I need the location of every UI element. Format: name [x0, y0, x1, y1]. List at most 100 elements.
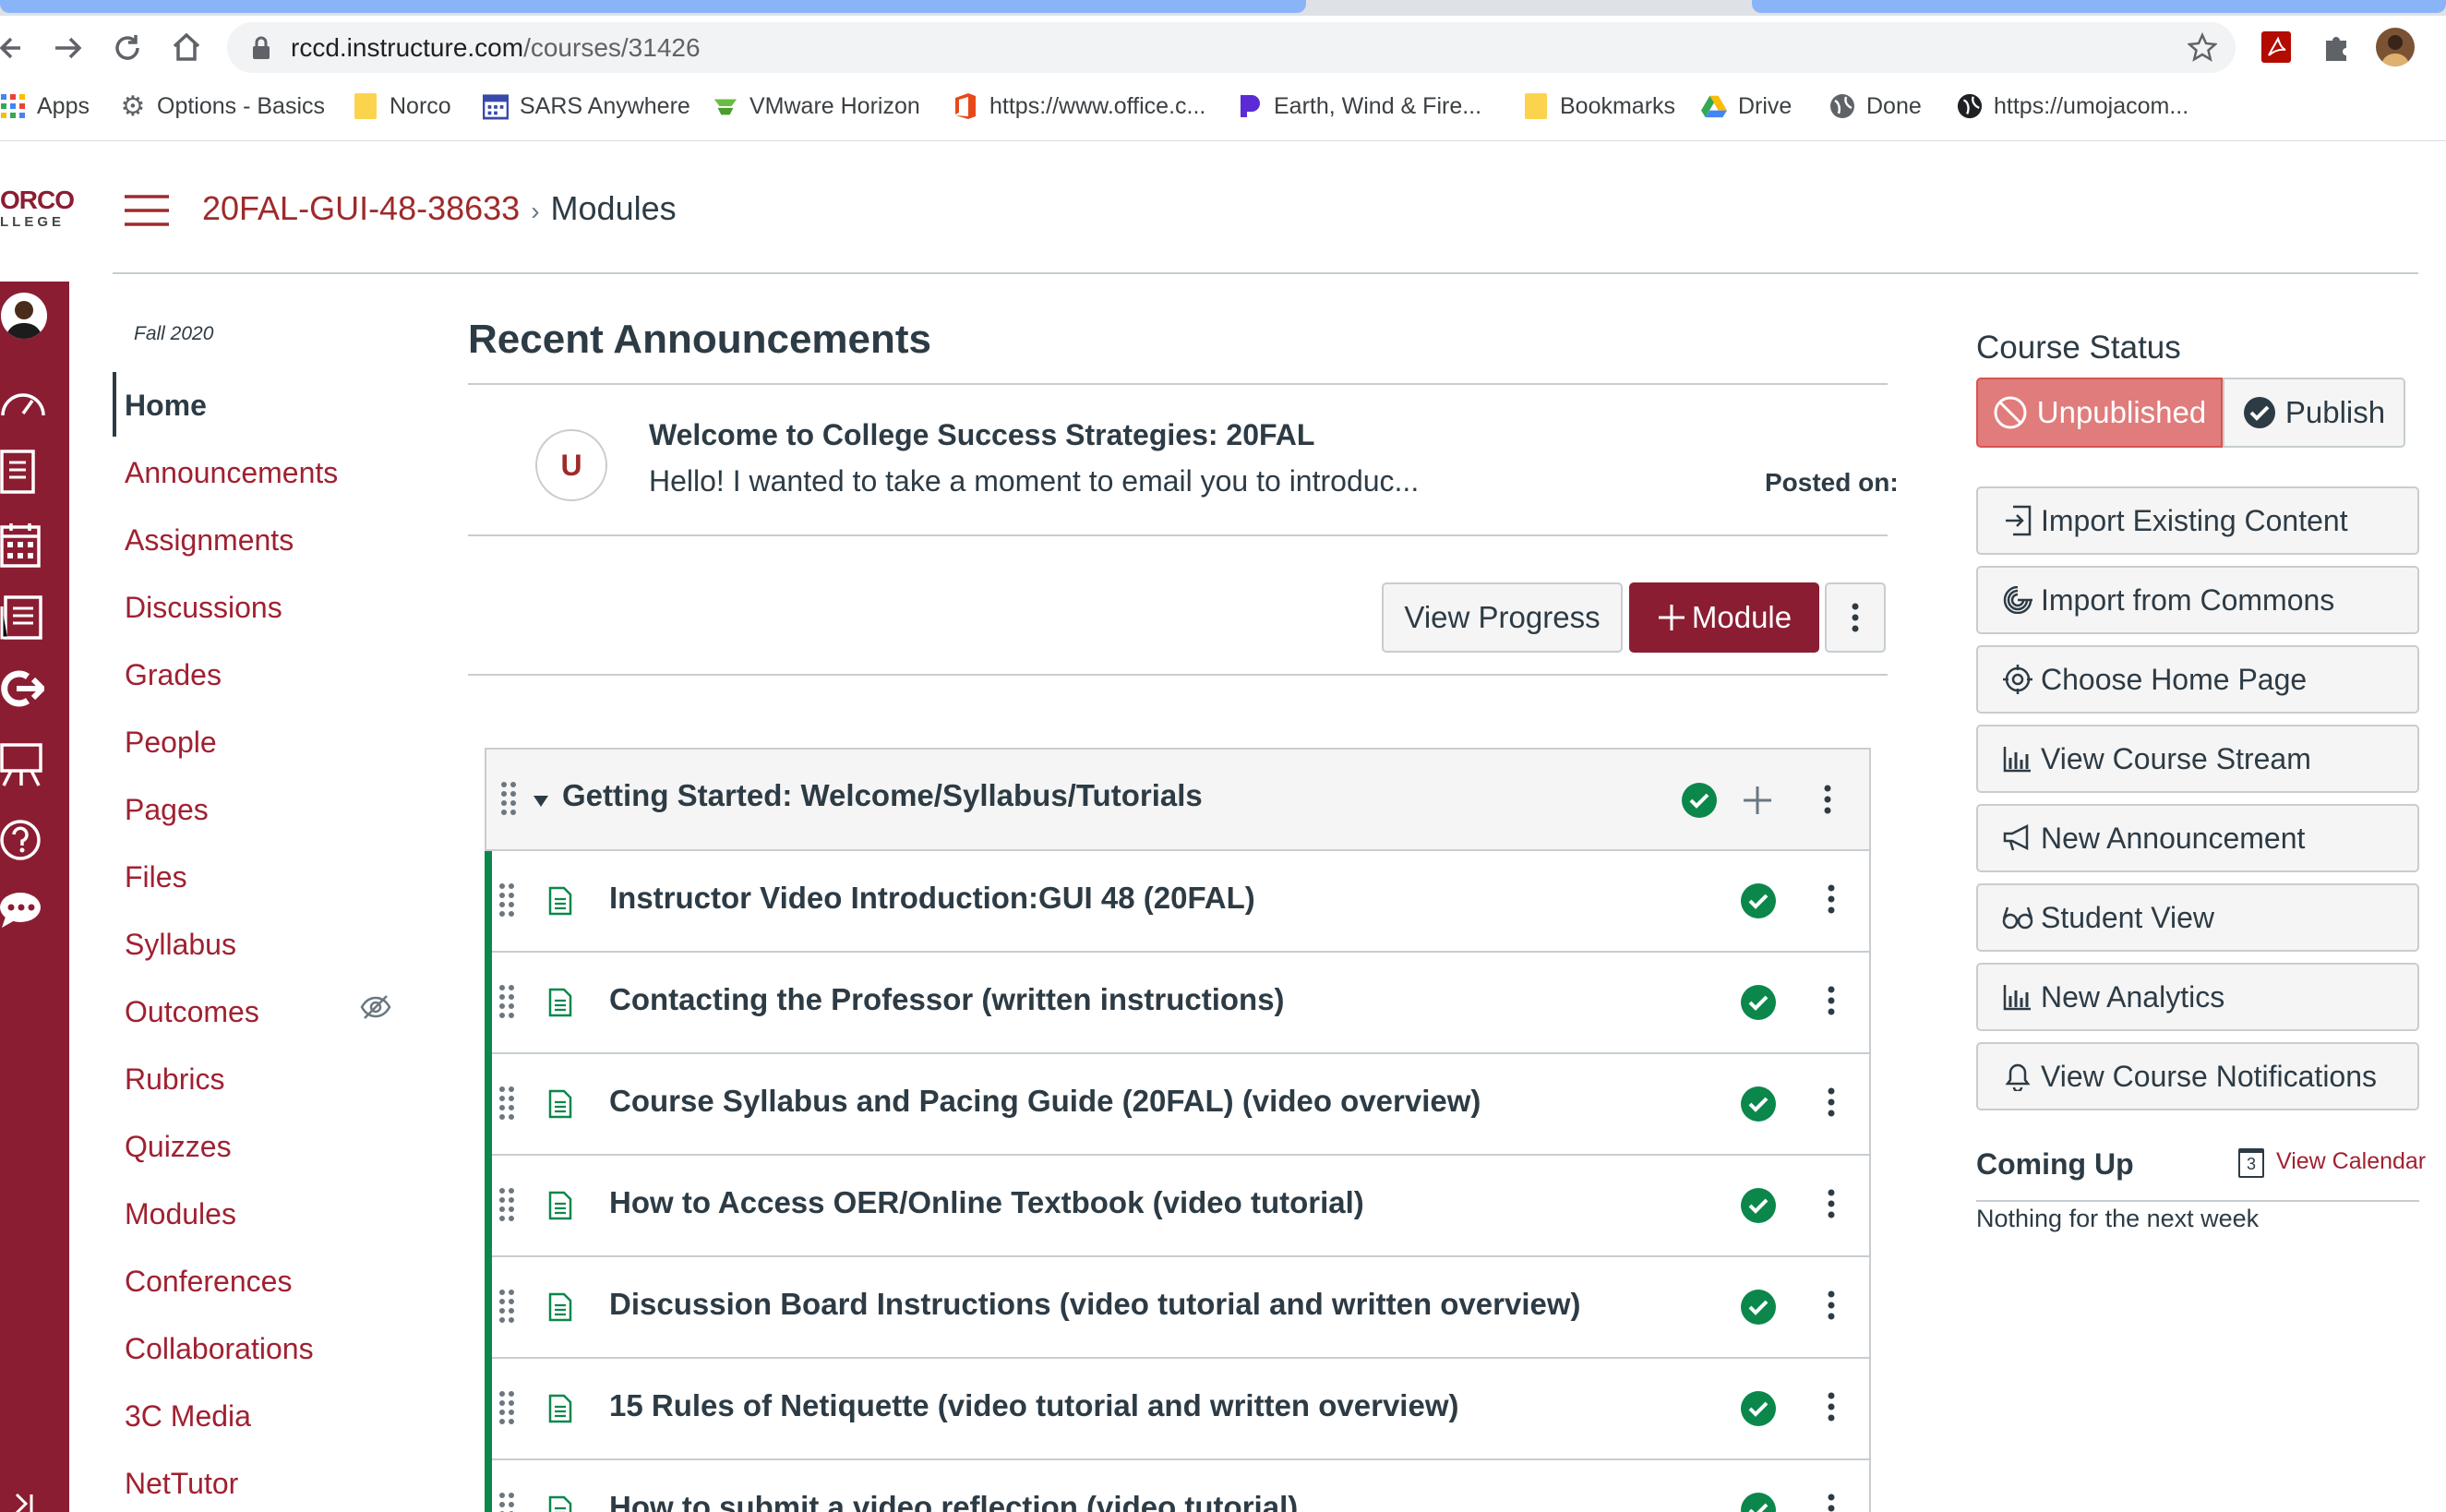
module-item-title[interactable]: Contacting the Professor (written instru…	[609, 982, 1285, 1017]
course-nav-rubrics[interactable]: Rubrics	[125, 1056, 224, 1102]
collapse-caret-icon[interactable]	[534, 796, 548, 807]
announcement-title-link[interactable]: Welcome to College Success Strategies: 2…	[649, 418, 1314, 452]
view-course-notifications-button[interactable]: View Course Notifications	[1976, 1042, 2419, 1110]
bookmark-umojacom[interactable]: https://umojacom...	[1957, 88, 2188, 125]
global-nav-calendar[interactable]	[0, 522, 69, 568]
more-options-button[interactable]	[1825, 582, 1886, 653]
published-check-icon[interactable]	[1741, 1086, 1776, 1122]
bookmark-done[interactable]: Done	[1829, 88, 1922, 125]
course-nav-assignments[interactable]: Assignments	[125, 517, 294, 563]
new-announcement-button[interactable]: New Announcement	[1976, 804, 2419, 872]
profile-avatar-icon[interactable]	[2376, 28, 2415, 66]
course-nav-files[interactable]: Files	[125, 854, 187, 900]
add-module-button[interactable]: Module	[1629, 582, 1819, 653]
bookmark-drive[interactable]: Drive	[1701, 88, 1792, 125]
import-from-commons-button[interactable]: Import from Commons	[1976, 566, 2419, 634]
drag-handle-icon[interactable]	[499, 1390, 514, 1425]
course-nav-pages[interactable]: Pages	[125, 786, 209, 833]
course-nav-3c-media[interactable]: 3C Media	[125, 1393, 251, 1439]
global-nav-account[interactable]	[0, 293, 69, 339]
view-calendar-link[interactable]: View Calendar	[2276, 1148, 2426, 1175]
module-item-title[interactable]: Discussion Board Instructions (video tut…	[609, 1287, 1581, 1322]
course-nav-outcomes[interactable]: Outcomes	[125, 989, 259, 1035]
item-kebab-menu-icon[interactable]	[1828, 1087, 1835, 1117]
course-nav-people[interactable]: People	[125, 719, 217, 765]
course-nav-announcements[interactable]: Announcements	[125, 450, 338, 496]
item-kebab-menu-icon[interactable]	[1828, 1494, 1835, 1512]
module-item-row[interactable]: 15 Rules of Netiquette (video tutorial a…	[492, 1359, 1869, 1460]
bookmark-office[interactable]: https://www.office.c...	[953, 88, 1205, 125]
view-course-stream-button[interactable]: View Course Stream	[1976, 725, 2419, 793]
bookmark-vmware-horizon[interactable]: VMware Horizon	[713, 88, 920, 125]
bookmark-sars-anywhere[interactable]: SARS Anywhere	[483, 88, 690, 125]
module-item-row[interactable]: Contacting the Professor (written instru…	[492, 953, 1869, 1054]
module-item-title[interactable]: How to submit a video reflection (video …	[609, 1490, 1298, 1512]
choose-home-page-button[interactable]: Choose Home Page	[1976, 645, 2419, 714]
module-item-row[interactable]: How to submit a video reflection (video …	[492, 1460, 1869, 1512]
module-item-title[interactable]: 15 Rules of Netiquette (video tutorial a…	[609, 1388, 1459, 1423]
bookmark-norco[interactable]: Norco	[353, 88, 451, 125]
global-nav-dashboard[interactable]	[0, 380, 69, 421]
published-check-icon[interactable]	[1741, 1391, 1776, 1426]
course-nav-grades[interactable]: Grades	[125, 652, 222, 698]
extensions-puzzle-icon[interactable]	[2320, 31, 2352, 63]
browser-tab[interactable]	[0, 0, 1306, 13]
new-analytics-button[interactable]: New Analytics	[1976, 963, 2419, 1031]
course-nav-conferences[interactable]: Conferences	[125, 1258, 292, 1304]
published-check-icon[interactable]	[1682, 783, 1717, 818]
import-existing-content-button[interactable]: Import Existing Content	[1976, 486, 2419, 555]
url-text[interactable]: rccd.instructure.com/courses/31426	[291, 31, 701, 65]
published-check-icon[interactable]	[1741, 1290, 1776, 1325]
course-nav-collaborations[interactable]: Collaborations	[125, 1326, 314, 1372]
item-kebab-menu-icon[interactable]	[1828, 884, 1835, 914]
published-check-icon[interactable]	[1741, 985, 1776, 1020]
global-nav-chat[interactable]	[0, 891, 69, 930]
unpublished-button[interactable]: Unpublished	[1976, 378, 2223, 448]
drag-handle-icon[interactable]	[499, 1187, 514, 1222]
hamburger-menu-icon[interactable]	[125, 194, 169, 227]
breadcrumb-course-link[interactable]: 20FAL-GUI-48-38633	[202, 189, 520, 227]
drag-handle-icon[interactable]	[499, 1289, 514, 1324]
published-check-icon[interactable]	[1741, 1188, 1776, 1223]
bookmark-apps[interactable]: Apps	[0, 88, 90, 125]
student-view-button[interactable]: Student View	[1976, 883, 2419, 952]
bookmark-earth-wind-fire[interactable]: Earth, Wind & Fire...	[1237, 88, 1481, 125]
add-item-plus-icon[interactable]	[1742, 785, 1773, 816]
module-kebab-menu-icon[interactable]	[1824, 785, 1831, 814]
published-check-icon[interactable]	[1741, 883, 1776, 918]
star-icon[interactable]	[2188, 32, 2217, 62]
course-nav-home[interactable]: Home	[125, 382, 207, 428]
module-item-row[interactable]: How to Access OER/Online Textbook (video…	[492, 1156, 1869, 1257]
module-item-row[interactable]: Course Syllabus and Pacing Guide (20FAL)…	[492, 1054, 1869, 1156]
course-nav-discussions[interactable]: Discussions	[125, 584, 282, 630]
global-nav-help[interactable]	[0, 819, 69, 861]
pdf-extension-icon[interactable]	[2261, 31, 2291, 63]
back-icon[interactable]	[0, 30, 22, 66]
module-item-row[interactable]: Discussion Board Instructions (video tut…	[492, 1257, 1869, 1359]
view-progress-button[interactable]: View Progress	[1382, 582, 1623, 653]
bookmark-options-basics[interactable]: ⚙ Options - Basics	[120, 88, 325, 125]
browser-tab[interactable]	[1752, 0, 2446, 13]
drag-handle-icon[interactable]	[499, 882, 514, 918]
module-item-title[interactable]: Course Syllabus and Pacing Guide (20FAL)…	[609, 1084, 1481, 1119]
drag-handle-icon[interactable]	[501, 781, 516, 816]
item-kebab-menu-icon[interactable]	[1828, 1392, 1835, 1422]
reload-icon[interactable]	[111, 31, 144, 65]
global-nav-commons[interactable]	[0, 743, 69, 787]
global-nav-history[interactable]	[0, 669, 69, 708]
module-title[interactable]: Getting Started: Welcome/Syllabus/Tutori…	[562, 778, 1203, 813]
drag-handle-icon[interactable]	[499, 1086, 514, 1121]
forward-icon[interactable]	[52, 31, 85, 65]
bookmark-bookmarks[interactable]: Bookmarks	[1523, 88, 1675, 125]
published-check-icon[interactable]	[1741, 1493, 1776, 1512]
global-nav-collapse[interactable]	[0, 1491, 69, 1512]
drag-handle-icon[interactable]	[499, 984, 514, 1019]
item-kebab-menu-icon[interactable]	[1828, 1290, 1835, 1320]
drag-handle-icon[interactable]	[499, 1492, 514, 1512]
item-kebab-menu-icon[interactable]	[1828, 1189, 1835, 1218]
module-item-row[interactable]: Instructor Video Introduction:GUI 48 (20…	[492, 851, 1869, 953]
global-nav-inbox[interactable]	[0, 595, 69, 640]
course-nav-quizzes[interactable]: Quizzes	[125, 1123, 232, 1170]
home-icon[interactable]	[170, 30, 203, 64]
publish-button[interactable]: Publish	[2223, 378, 2405, 448]
